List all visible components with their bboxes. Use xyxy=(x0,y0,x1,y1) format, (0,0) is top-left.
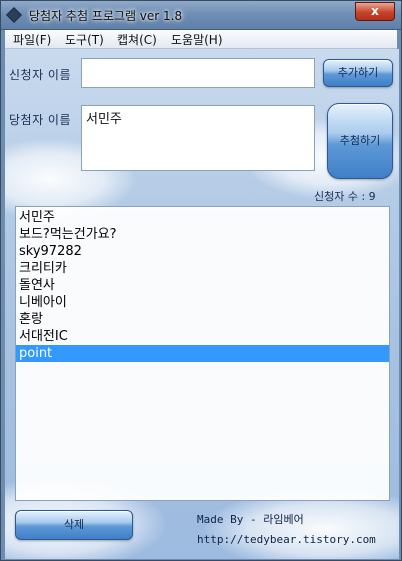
list-item[interactable]: 서민주 xyxy=(16,209,389,226)
applicant-name-input[interactable] xyxy=(81,58,315,88)
list-item[interactable]: sky97282 xyxy=(16,243,389,260)
menu-bar: 파일(F) 도구(T) 캡쳐(C) 도움말(H) xyxy=(5,30,397,49)
close-button[interactable]: x xyxy=(355,2,395,21)
window-title: 당첨자 추첨 프로그램 ver 1.8 xyxy=(29,9,183,23)
applicant-list[interactable]: 서민주 보드?먹는건가요? sky97282 크리티카 돌연사 니베아이 혼랑 서대전IC po… xyxy=(15,206,390,501)
delete-button[interactable]: 삭제 xyxy=(15,510,133,540)
applicant-label: 신청자 이름 xyxy=(9,68,72,82)
menu-help[interactable]: 도움말(H) xyxy=(167,31,227,48)
app-icon xyxy=(6,7,22,23)
draw-button[interactable]: 추첨하기 xyxy=(327,103,393,179)
list-item[interactable]: 크리티카 xyxy=(16,260,389,277)
title-bar[interactable]: 당첨자 추첨 프로그램 ver 1.8 x xyxy=(1,1,401,30)
menu-capture[interactable]: 캡쳐(C) xyxy=(113,31,161,48)
list-item[interactable]: 보드?먹는건가요? xyxy=(16,226,389,243)
menu-file[interactable]: 파일(F) xyxy=(9,31,55,48)
list-item[interactable]: 서대전IC xyxy=(16,328,389,345)
blog-url[interactable]: http://tedybear.tistory.com xyxy=(197,533,376,546)
winner-name-display[interactable]: 서민주 xyxy=(81,105,315,171)
made-by-credit: Made By - 라임베어 xyxy=(197,513,304,526)
list-item[interactable]: 니베아이 xyxy=(16,294,389,311)
list-item[interactable]: 혼랑 xyxy=(16,311,389,328)
add-button[interactable]: 추가하기 xyxy=(323,59,393,87)
menu-tools[interactable]: 도구(T) xyxy=(61,31,108,48)
list-item[interactable]: 돌연사 xyxy=(16,277,389,294)
applicant-count: 신청자 수 : 9 xyxy=(314,190,376,203)
winner-label: 당첨자 이름 xyxy=(9,113,72,127)
app-window: 당첨자 추첨 프로그램 ver 1.8 x 파일(F) 도구(T) 캡쳐(C) … xyxy=(0,0,402,561)
client-area: 신청자 이름 추가하기 당첨자 이름 서민주 추첨하기 신청자 수 : 9 서민… xyxy=(5,49,399,559)
list-item[interactable]: point xyxy=(16,345,389,362)
